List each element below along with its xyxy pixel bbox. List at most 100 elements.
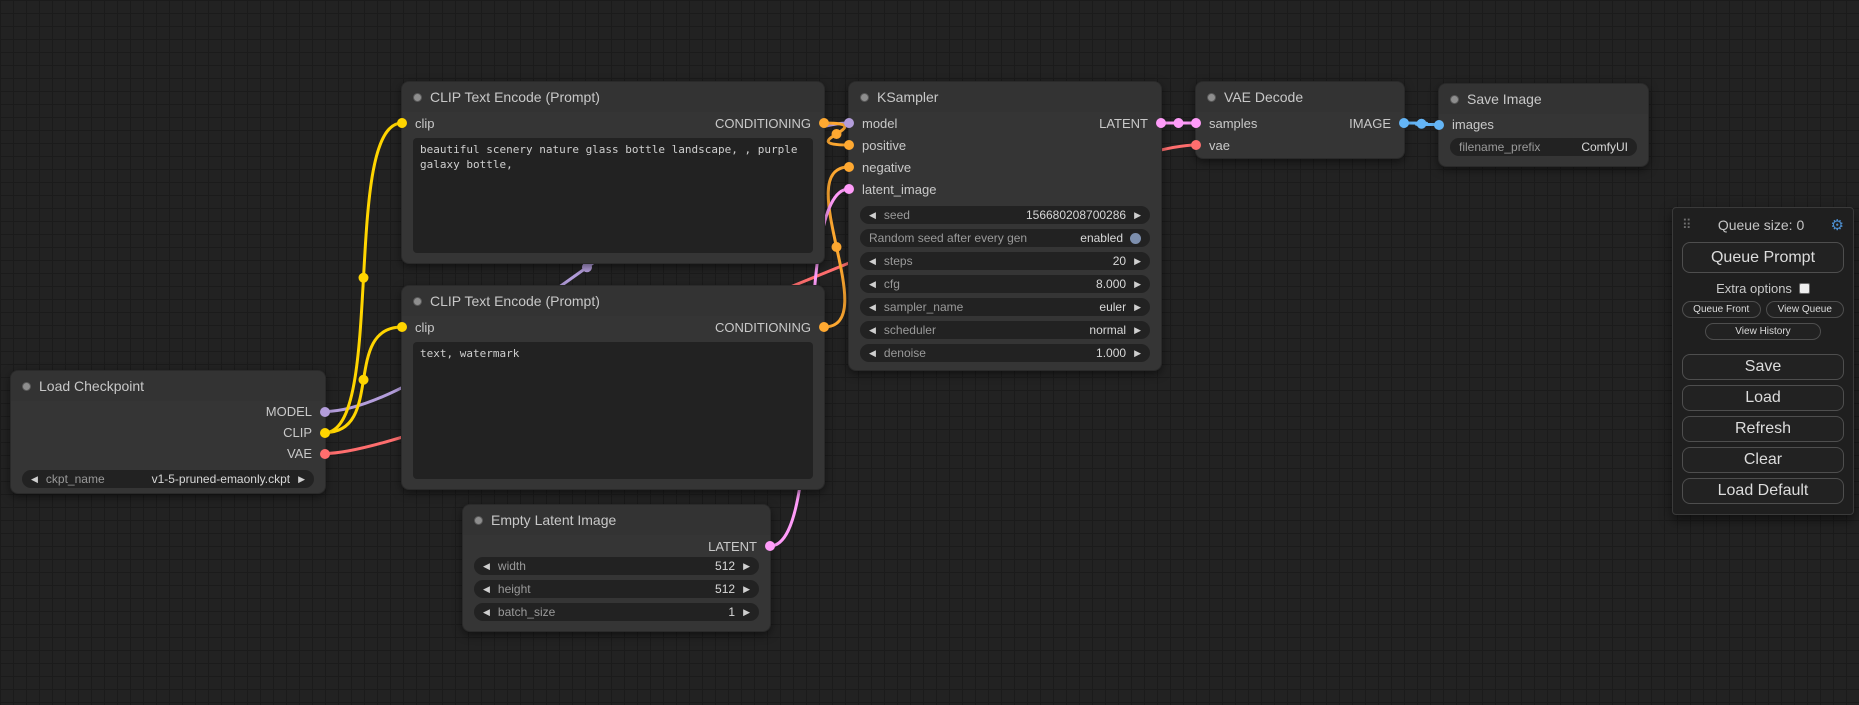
queue-prompt-button[interactable]: Queue Prompt	[1682, 242, 1844, 273]
port-negative-input[interactable]	[844, 162, 854, 172]
node-title: Load Checkpoint	[39, 378, 144, 394]
input-slot-negative: negative	[849, 156, 1161, 178]
collapse-dot[interactable]	[474, 516, 483, 525]
arrow-right-icon[interactable]: ▶	[1134, 257, 1141, 266]
positive-prompt-textarea[interactable]: beautiful scenery nature glass bottle la…	[413, 138, 813, 253]
node-title: CLIP Text Encode (Prompt)	[430, 293, 600, 309]
port-vae-input[interactable]	[1191, 140, 1201, 150]
view-queue-button[interactable]: View Queue	[1766, 301, 1845, 318]
widget-height[interactable]: ◀ height 512 ▶	[474, 580, 759, 598]
collapse-dot[interactable]	[1450, 95, 1459, 104]
node-title-bar[interactable]: CLIP Text Encode (Prompt)	[402, 286, 824, 316]
port-images-input[interactable]	[1434, 120, 1444, 130]
collapse-dot[interactable]	[860, 93, 869, 102]
node-ksampler[interactable]: KSampler model LATENT positive negative …	[848, 81, 1162, 371]
output-slot-latent: LATENT	[463, 535, 770, 557]
arrow-right-icon[interactable]: ▶	[1134, 280, 1141, 289]
port-clip-input[interactable]	[397, 118, 407, 128]
node-title-bar[interactable]: Save Image	[1439, 84, 1648, 114]
port-model-input[interactable]	[844, 118, 854, 128]
widget-label: seed	[884, 208, 910, 222]
arrow-right-icon[interactable]: ▶	[743, 585, 750, 594]
arrow-right-icon[interactable]: ▶	[1134, 303, 1141, 312]
arrow-left-icon[interactable]: ◀	[483, 562, 490, 571]
widget-seed[interactable]: ◀ seed 156680208700286 ▶	[860, 206, 1150, 224]
arrow-left-icon[interactable]: ◀	[869, 211, 876, 220]
widget-cfg[interactable]: ◀ cfg 8.000 ▶	[860, 275, 1150, 293]
node-title-bar[interactable]: KSampler	[849, 82, 1161, 112]
arrow-left-icon[interactable]: ◀	[869, 280, 876, 289]
arrow-left-icon[interactable]: ◀	[869, 326, 876, 335]
port-clip-input[interactable]	[397, 322, 407, 332]
toggle-dot-icon[interactable]	[1130, 233, 1141, 244]
gear-icon[interactable]: ⚙	[1831, 218, 1844, 233]
collapse-dot[interactable]	[413, 93, 422, 102]
arrow-left-icon[interactable]: ◀	[31, 475, 38, 484]
arrow-left-icon[interactable]: ◀	[869, 349, 876, 358]
port-conditioning-output[interactable]	[819, 118, 829, 128]
arrow-right-icon[interactable]: ▶	[743, 562, 750, 571]
arrow-right-icon[interactable]: ▶	[1134, 211, 1141, 220]
widget-label: ckpt_name	[46, 472, 105, 486]
refresh-button[interactable]: Refresh	[1682, 416, 1844, 442]
node-save-image[interactable]: Save Image images filename_prefix ComfyU…	[1438, 83, 1649, 167]
output-slot-label: IMAGE	[1349, 116, 1391, 131]
node-vae-decode[interactable]: VAE Decode samples IMAGE vae	[1195, 81, 1405, 159]
drag-handle-icon[interactable]: ⠿	[1682, 217, 1692, 233]
port-conditioning-output[interactable]	[819, 322, 829, 332]
node-title-bar[interactable]: CLIP Text Encode (Prompt)	[402, 82, 824, 112]
port-latent-output[interactable]	[1156, 118, 1166, 128]
port-samples-input[interactable]	[1191, 118, 1201, 128]
node-load-checkpoint[interactable]: Load Checkpoint MODEL CLIP VAE ◀ ckpt_na…	[10, 370, 326, 494]
node-empty-latent-image[interactable]: Empty Latent Image LATENT ◀ width 512 ▶ …	[462, 504, 771, 632]
arrow-right-icon[interactable]: ▶	[1134, 326, 1141, 335]
widget-label: Random seed after every gen	[869, 231, 1027, 245]
widget-sampler-name[interactable]: ◀ sampler_name euler ▶	[860, 298, 1150, 316]
graph-canvas[interactable]: Load Checkpoint MODEL CLIP VAE ◀ ckpt_na…	[0, 0, 1859, 705]
widget-batch-size[interactable]: ◀ batch_size 1 ▶	[474, 603, 759, 621]
widget-random-seed-toggle[interactable]: Random seed after every gen enabled	[860, 229, 1150, 247]
collapse-dot[interactable]	[22, 382, 31, 391]
node-title-bar[interactable]: Empty Latent Image	[463, 505, 770, 535]
comfyui-app: { "colors": { "MODEL": "#B39DDB", "CLIP"…	[0, 0, 1859, 705]
negative-prompt-textarea[interactable]: text, watermark	[413, 342, 813, 479]
widget-width[interactable]: ◀ width 512 ▶	[474, 557, 759, 575]
widget-ckpt-name[interactable]: ◀ ckpt_name v1-5-pruned-emaonly.ckpt ▶	[22, 470, 314, 488]
arrow-left-icon[interactable]: ◀	[869, 303, 876, 312]
view-history-button[interactable]: View History	[1705, 323, 1822, 340]
widget-filename-prefix[interactable]: filename_prefix ComfyUI	[1450, 138, 1637, 156]
widget-scheduler[interactable]: ◀ scheduler normal ▶	[860, 321, 1150, 339]
load-button[interactable]: Load	[1682, 385, 1844, 411]
port-latent-image-input[interactable]	[844, 184, 854, 194]
widget-denoise[interactable]: ◀ denoise 1.000 ▶	[860, 344, 1150, 362]
node-clip-text-encode-negative[interactable]: CLIP Text Encode (Prompt) clip CONDITION…	[401, 285, 825, 490]
save-button[interactable]: Save	[1682, 354, 1844, 380]
arrow-left-icon[interactable]: ◀	[483, 585, 490, 594]
node-title: VAE Decode	[1224, 89, 1303, 105]
queue-front-button[interactable]: Queue Front	[1682, 301, 1761, 318]
port-model-output[interactable]	[320, 407, 330, 417]
node-clip-text-encode-positive[interactable]: CLIP Text Encode (Prompt) clip CONDITION…	[401, 81, 825, 264]
output-slot-vae: VAE	[11, 443, 325, 464]
collapse-dot[interactable]	[1207, 93, 1216, 102]
arrow-left-icon[interactable]: ◀	[483, 608, 490, 617]
port-latent-output[interactable]	[765, 541, 775, 551]
port-vae-output[interactable]	[320, 449, 330, 459]
menu-header: ⠿ Queue size: 0 ⚙	[1682, 214, 1844, 236]
extra-options-checkbox[interactable]	[1799, 283, 1810, 294]
clear-button[interactable]: Clear	[1682, 447, 1844, 473]
node-title-bar[interactable]: Load Checkpoint	[11, 371, 325, 401]
node-title-bar[interactable]: VAE Decode	[1196, 82, 1404, 112]
input-slot-latent-image: latent_image	[849, 178, 1161, 200]
widget-value: 512	[715, 559, 735, 573]
widget-steps[interactable]: ◀ steps 20 ▶	[860, 252, 1150, 270]
arrow-right-icon[interactable]: ▶	[743, 608, 750, 617]
arrow-right-icon[interactable]: ▶	[1134, 349, 1141, 358]
collapse-dot[interactable]	[413, 297, 422, 306]
port-positive-input[interactable]	[844, 140, 854, 150]
port-image-output[interactable]	[1399, 118, 1409, 128]
arrow-left-icon[interactable]: ◀	[869, 257, 876, 266]
port-clip-output[interactable]	[320, 428, 330, 438]
arrow-right-icon[interactable]: ▶	[298, 475, 305, 484]
load-default-button[interactable]: Load Default	[1682, 478, 1844, 504]
